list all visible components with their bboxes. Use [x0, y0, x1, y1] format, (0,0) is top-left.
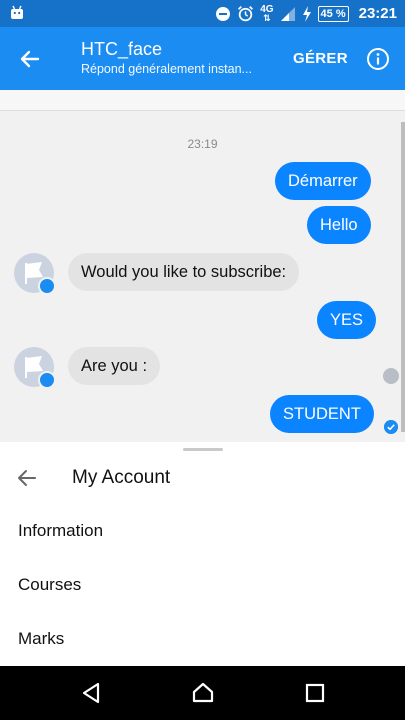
battery-indicator: 45 % [317, 5, 349, 22]
messenger-badge-icon [38, 277, 56, 295]
system-navigation-bar [0, 666, 405, 720]
seen-indicator-icon [383, 368, 399, 384]
message-bubble-incoming[interactable]: Are you : [68, 347, 161, 385]
scrollbar[interactable] [401, 122, 405, 432]
message-bubble-outgoing[interactable]: STUDENT [270, 395, 374, 433]
conversation-title-block[interactable]: HTC_face Répond généralement instan... [81, 38, 252, 78]
bot-avatar[interactable] [14, 253, 56, 295]
message-bubble-outgoing[interactable]: YES [317, 301, 377, 339]
bot-avatar[interactable] [14, 347, 56, 389]
account-menu-sheet: My Account Information Courses Marks [0, 442, 405, 666]
info-icon[interactable] [366, 47, 390, 71]
message-timestamp: 23:19 [187, 137, 218, 151]
message-bubble-incoming[interactable]: Would you like to subscribe: [68, 253, 300, 291]
menu-item-information[interactable]: Information [18, 521, 103, 541]
signal-icon [280, 6, 295, 21]
message-thread[interactable]: 23:19 Démarrer Hello Would you like to s… [0, 90, 405, 442]
message-bubble-outgoing[interactable]: Hello [307, 206, 371, 244]
menu-back-arrow-icon[interactable] [16, 467, 38, 489]
message-bubble-outgoing[interactable]: Démarrer [275, 162, 371, 200]
home-circle-icon[interactable] [191, 681, 215, 705]
android-icon [11, 5, 23, 19]
recents-square-icon[interactable] [303, 681, 327, 705]
back-triangle-icon[interactable] [79, 681, 103, 705]
alarm-icon [238, 5, 254, 22]
page-title: HTC_face [81, 39, 163, 59]
menu-item-marks[interactable]: Marks [18, 629, 64, 649]
messenger-badge-icon [38, 371, 56, 389]
status-bar: 4G ⇅ 45 % 23:21 [0, 0, 405, 27]
dnd-icon [216, 6, 231, 21]
back-arrow-icon[interactable] [18, 47, 42, 71]
conversation-header: HTC_face Répond généralement instan... G… [0, 27, 405, 90]
manage-button[interactable]: GÉRER [293, 50, 348, 67]
thread-top-band [0, 90, 405, 111]
status-time: 23:21 [358, 5, 397, 22]
drag-handle[interactable] [183, 448, 223, 451]
page-subtitle: Répond généralement instan... [81, 62, 252, 76]
delivered-check-icon [384, 420, 398, 434]
menu-title: My Account [72, 467, 171, 488]
data-arrows-icon: 4G ⇅ [260, 3, 274, 23]
menu-item-courses[interactable]: Courses [18, 575, 81, 595]
charging-icon [302, 5, 311, 22]
